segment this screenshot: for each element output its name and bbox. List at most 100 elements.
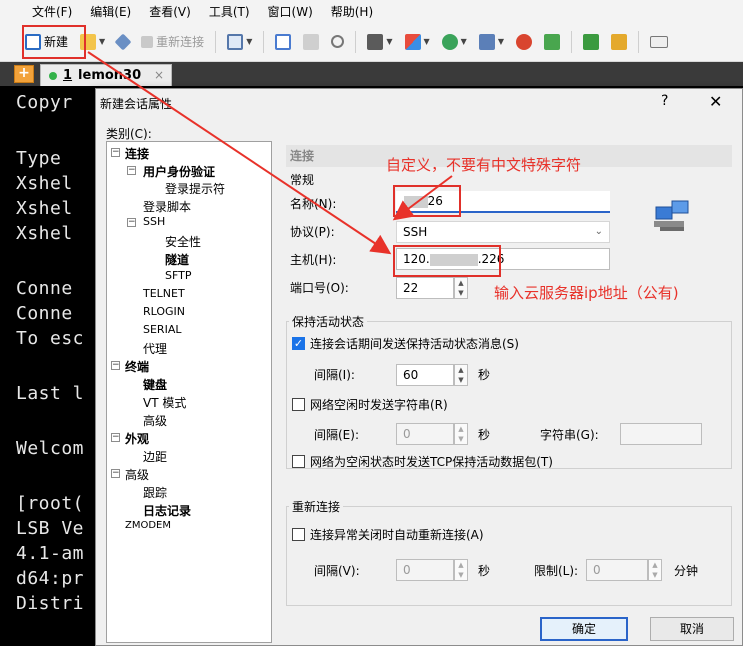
connected-status-icon bbox=[49, 71, 57, 80]
collapse-icon[interactable]: − bbox=[127, 166, 136, 175]
find-button[interactable] bbox=[328, 28, 347, 56]
idle-seconds-unit: 秒 bbox=[478, 428, 491, 442]
layout-button[interactable] bbox=[580, 28, 602, 56]
close-tab-icon[interactable]: × bbox=[154, 68, 164, 82]
terminal-line: Xshel bbox=[16, 198, 73, 219]
tree-item-terminal-advanced[interactable]: 高级 bbox=[143, 412, 167, 429]
tree-item-auth[interactable]: 用户身份验证 bbox=[143, 163, 215, 180]
tcp-keepalive-checkbox[interactable] bbox=[292, 455, 305, 468]
tree-item-terminal[interactable]: 终端 bbox=[125, 358, 149, 375]
tree-item-keyboard[interactable]: 键盘 bbox=[143, 376, 167, 393]
font-button[interactable]: ▼ bbox=[476, 28, 507, 56]
protocol-value: SSH bbox=[403, 225, 428, 239]
paste-button[interactable] bbox=[300, 28, 322, 56]
help-icon[interactable]: ? bbox=[661, 93, 668, 109]
tree-item-telnet[interactable]: TELNET bbox=[143, 287, 185, 300]
tree-item-rlogin[interactable]: RLOGIN bbox=[143, 305, 185, 318]
dialog-title: 新建会话属性 bbox=[100, 97, 173, 111]
interval-spinner[interactable]: ▲ ▼ bbox=[454, 364, 468, 386]
chevron-down-icon: ▼ bbox=[497, 37, 504, 46]
tree-item-zmodem[interactable]: ZMODEM bbox=[125, 520, 171, 531]
tree-item-tunnel[interactable]: 隧道 bbox=[165, 251, 189, 268]
limit-spinner[interactable]: ▲ ▼ bbox=[648, 559, 662, 581]
menu-edit[interactable]: 编辑(E) bbox=[90, 3, 131, 20]
keyboard-button[interactable] bbox=[647, 28, 671, 56]
add-tab-icon[interactable]: + bbox=[14, 65, 34, 83]
reconnect-interval-input[interactable]: 0 bbox=[396, 559, 454, 581]
port-spinner[interactable]: ▲ ▼ bbox=[454, 277, 468, 299]
collapse-icon[interactable]: − bbox=[111, 361, 120, 370]
auto-reconnect-checkbox[interactable] bbox=[292, 528, 305, 541]
lock-button[interactable] bbox=[608, 28, 630, 56]
tab-session[interactable]: 1 lemon30 × bbox=[40, 64, 172, 86]
general-title: 常规 bbox=[290, 173, 315, 187]
chevron-down-icon: ▼ bbox=[246, 37, 253, 46]
collapse-icon[interactable]: − bbox=[111, 469, 120, 478]
print-button[interactable]: ▼ bbox=[364, 28, 395, 56]
tree-item-security[interactable]: 安全性 bbox=[165, 233, 201, 250]
tree-item-ssh[interactable]: SSH bbox=[143, 215, 165, 228]
tree-item-logging[interactable]: 日志记录 bbox=[143, 502, 191, 519]
menu-help[interactable]: 帮助(H) bbox=[331, 3, 373, 20]
reconnect-icon bbox=[141, 35, 154, 48]
collapse-icon[interactable]: − bbox=[111, 433, 120, 442]
properties-icon bbox=[227, 33, 244, 50]
cancel-button[interactable]: 取消 bbox=[650, 617, 734, 641]
tree-item-margin[interactable]: 边距 bbox=[143, 448, 167, 465]
terminal-line: Welcom bbox=[16, 438, 85, 459]
name-annotation: 自定义，不要有中文特殊字符 bbox=[386, 156, 582, 174]
reconnect-interval-spinner[interactable]: ▲ ▼ bbox=[454, 559, 468, 581]
copy-button[interactable] bbox=[272, 28, 294, 56]
tree-item-proxy[interactable]: 代理 bbox=[143, 340, 167, 357]
menu-view[interactable]: 查看(V) bbox=[149, 3, 191, 20]
limit-input[interactable]: 0 bbox=[586, 559, 648, 581]
protocol-label: 协议(P): bbox=[290, 225, 335, 239]
reconnect-label: 重新连接 bbox=[156, 35, 205, 49]
tree-item-login-prompt[interactable]: 登录提示符 bbox=[165, 180, 225, 197]
tree-item-trace[interactable]: 跟踪 bbox=[143, 484, 167, 501]
tree-item-sftp[interactable]: SFTP bbox=[165, 269, 191, 282]
idle-interval-spinner[interactable]: ▲ ▼ bbox=[454, 423, 468, 445]
port-input[interactable]: 22 bbox=[396, 277, 454, 299]
string-input[interactable] bbox=[620, 423, 702, 445]
idle-interval-input[interactable]: 0 bbox=[396, 423, 454, 445]
string-label: 字符串(G): bbox=[540, 428, 599, 442]
port-label: 端口号(O): bbox=[290, 281, 349, 295]
transfer-button[interactable]: ▼ bbox=[402, 28, 433, 56]
properties-button[interactable]: ▼ bbox=[224, 28, 255, 56]
tree-item-vt-mode[interactable]: VT 模式 bbox=[143, 394, 186, 411]
menu-file[interactable]: 文件(F) bbox=[32, 3, 72, 20]
chevron-down-icon: ▼ bbox=[423, 37, 430, 46]
xftp-button[interactable] bbox=[513, 28, 535, 56]
tree-item-advanced[interactable]: 高级 bbox=[125, 466, 149, 483]
reconnect-title: 重新连接 bbox=[289, 498, 344, 515]
collapse-icon[interactable]: − bbox=[127, 218, 136, 227]
script-button[interactable] bbox=[541, 28, 563, 56]
limit-label: 限制(L): bbox=[534, 564, 579, 578]
collapse-icon[interactable]: − bbox=[111, 148, 120, 157]
terminal-line: Copyr bbox=[16, 92, 73, 113]
interval-input[interactable]: 60 bbox=[396, 364, 454, 386]
keepalive-checkbox[interactable]: ✓ bbox=[292, 337, 305, 350]
connect-button[interactable] bbox=[114, 28, 132, 56]
host-field-highlight bbox=[393, 245, 501, 277]
menu-window[interactable]: 窗口(W) bbox=[268, 3, 313, 20]
xftp-icon bbox=[515, 33, 532, 50]
tree-item-login-script[interactable]: 登录脚本 bbox=[143, 198, 191, 215]
tree-item-appearance[interactable]: 外观 bbox=[125, 430, 149, 447]
reconnect-button[interactable]: 重新连接 bbox=[138, 28, 207, 56]
copy-icon bbox=[275, 33, 292, 50]
ok-button[interactable]: 确定 bbox=[540, 617, 628, 641]
toolbar-separator bbox=[637, 30, 639, 53]
layout-icon bbox=[582, 33, 599, 50]
close-icon[interactable]: ✕ bbox=[709, 92, 722, 111]
protocol-select[interactable]: SSH ⌄ bbox=[396, 221, 610, 243]
idle-string-checkbox[interactable] bbox=[292, 398, 305, 411]
menu-tools[interactable]: 工具(T) bbox=[209, 3, 250, 20]
connection-panel: 连接 常规 名称(N): 226 协议(P): SSH ⌄ 主机(H): 120… bbox=[280, 141, 740, 643]
toolbar: 新建 ▼ 重新连接 ▼ ▼ ▼ ▼ ▼ bbox=[0, 22, 743, 62]
tree-item-serial[interactable]: SERIAL bbox=[143, 323, 181, 336]
globe-button[interactable]: ▼ bbox=[439, 28, 470, 56]
tree-item-connection[interactable]: 连接 bbox=[125, 145, 149, 162]
script-icon bbox=[543, 33, 560, 50]
